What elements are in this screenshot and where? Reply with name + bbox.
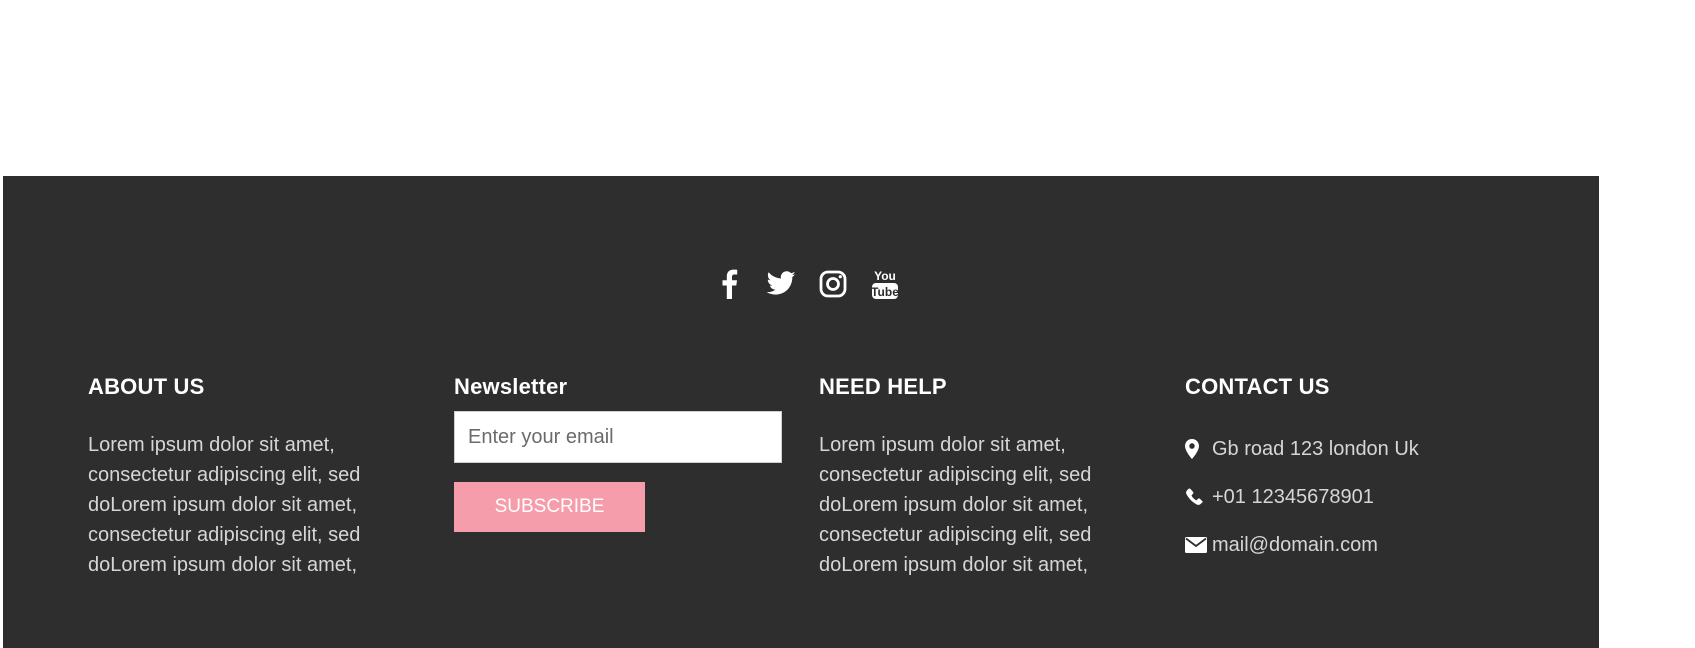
about-us-text: Lorem ipsum dolor sit amet, consectetur … [88, 434, 361, 576]
twitter-link[interactable] [765, 268, 797, 300]
contact-list: Gb road 123 london Uk +01 12345678901 ma… [1185, 434, 1515, 560]
contact-phone-text: +01 12345678901 [1212, 485, 1374, 508]
contact-us-column: CONTACT US Gb road 123 london Uk +01 123… [1185, 374, 1515, 578]
youtube-link[interactable]: You Tube [869, 268, 901, 300]
contact-email: mail@domain.com [1185, 530, 1515, 560]
page: You Tube ABOUT US Lorem ipsum dolor sit … [0, 0, 1695, 648]
youtube-label-bottom: Tube [871, 285, 899, 299]
map-marker-icon [1185, 439, 1207, 459]
need-help-heading: NEED HELP [819, 374, 947, 399]
contact-email-text[interactable]: mail@domain.com [1212, 534, 1378, 557]
instagram-icon [819, 270, 847, 298]
facebook-link[interactable] [713, 268, 745, 300]
youtube-label-top: You [874, 269, 896, 283]
social-links: You Tube [713, 268, 901, 300]
youtube-icon: You Tube [871, 269, 899, 299]
contact-phone: +01 12345678901 [1185, 482, 1515, 512]
phone-icon [1185, 488, 1207, 506]
twitter-icon [766, 271, 796, 295]
newsletter-column: Newsletter SUBSCRIBE [454, 374, 784, 532]
about-us-column: ABOUT US Lorem ipsum dolor sit amet, con… [88, 374, 418, 580]
need-help-text: Lorem ipsum dolor sit amet, consectetur … [819, 434, 1092, 576]
envelope-icon [1185, 537, 1207, 553]
instagram-link[interactable] [817, 268, 849, 300]
subscribe-button[interactable]: SUBSCRIBE [454, 482, 645, 532]
contact-address-text: Gb road 123 london Uk [1212, 437, 1419, 460]
need-help-column: NEED HELP Lorem ipsum dolor sit amet, co… [819, 374, 1149, 580]
footer: You Tube ABOUT US Lorem ipsum dolor sit … [3, 176, 1599, 648]
contact-address: Gb road 123 london Uk [1185, 434, 1515, 464]
email-input[interactable] [454, 411, 782, 463]
newsletter-heading: Newsletter [454, 374, 568, 399]
about-us-heading: ABOUT US [88, 374, 205, 399]
contact-us-heading: CONTACT US [1185, 374, 1330, 399]
facebook-icon [722, 269, 738, 299]
